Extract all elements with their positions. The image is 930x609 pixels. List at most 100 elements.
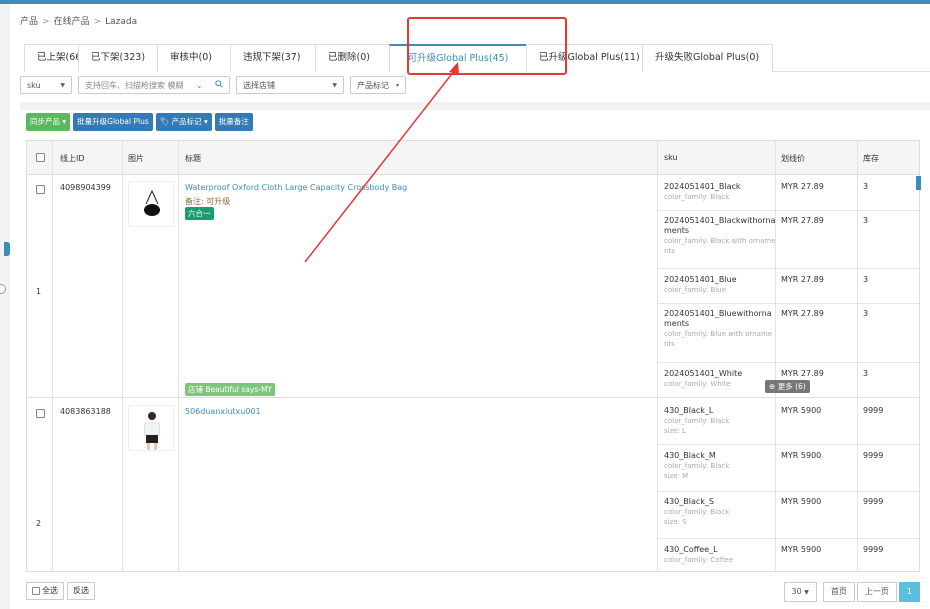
sku-type-select[interactable]: sku ▼ bbox=[20, 76, 72, 94]
sync-products-button[interactable]: 同步产品 ▾ bbox=[26, 113, 71, 131]
breadcrumb: 产品 > 在线产品 > Lazada bbox=[20, 14, 137, 27]
sku-price: MYR 5900 bbox=[781, 497, 822, 506]
sku-attribute: color_family: Coffee bbox=[664, 556, 734, 564]
row-checkbox[interactable] bbox=[36, 409, 45, 418]
sku-divider bbox=[657, 362, 919, 363]
sku-code: 2024051401_White bbox=[664, 369, 743, 378]
sku-price: MYR 27.89 bbox=[781, 369, 824, 378]
breadcrumb-separator: > bbox=[93, 17, 102, 27]
row-divider bbox=[27, 397, 919, 398]
sku-cell: 2024051401_Bluewithornaments color_family… bbox=[664, 309, 776, 349]
select-all-checkbox-header[interactable] bbox=[36, 153, 45, 162]
prev-page-button[interactable]: 上一页 bbox=[856, 582, 897, 602]
search-icon[interactable] bbox=[215, 80, 223, 90]
chevron-down-icon: ▾ bbox=[395, 81, 399, 89]
sku-price: MYR 27.89 bbox=[781, 309, 824, 318]
product-image-bag[interactable] bbox=[128, 181, 174, 227]
sku-attribute: color_family: Black bbox=[664, 462, 730, 470]
tab-upgrade-failed-global-plus[interactable]: 升级失败Global Plus(0) bbox=[642, 44, 773, 72]
tab-deleted[interactable]: 已删除(0) bbox=[315, 44, 390, 72]
select-all-label: 全选 bbox=[42, 586, 58, 595]
tab-reviewing[interactable]: 审核中(0) bbox=[157, 44, 231, 72]
breadcrumb-item: Lazada bbox=[105, 17, 138, 27]
tab-violation[interactable]: 违规下架(37) bbox=[230, 44, 316, 72]
divider bbox=[20, 102, 930, 110]
row-index: 1 bbox=[36, 287, 42, 296]
page-number-current[interactable]: 1 bbox=[898, 582, 920, 602]
sku-price: MYR 27.89 bbox=[781, 182, 824, 191]
store-label-badge: 店铺 Beautiful says-MY bbox=[185, 383, 275, 396]
product-id: 4083863188 bbox=[60, 407, 111, 416]
invert-selection-button[interactable]: 反选 bbox=[67, 582, 95, 600]
product-tag-select[interactable]: 产品标记 ▾ bbox=[350, 76, 406, 94]
store-select-value: 选择店铺 bbox=[243, 80, 275, 90]
select-all-checkbox[interactable] bbox=[32, 587, 40, 595]
column-header-price: 划线价 bbox=[781, 154, 805, 163]
sku-stock: 9999 bbox=[863, 451, 884, 460]
column-resize-handle[interactable] bbox=[916, 176, 921, 190]
tab-delisted[interactable]: 已下架(323) bbox=[78, 44, 158, 72]
chevron-down-icon: ▼ bbox=[332, 81, 337, 89]
column-header-id[interactable]: 线上ID bbox=[60, 153, 85, 164]
sku-cell: 430_Black_S color_family: Black size: S bbox=[664, 497, 776, 527]
bulk-upgrade-button[interactable]: 批量升级Global Plus bbox=[73, 113, 153, 131]
sku-stock: 9999 bbox=[863, 545, 884, 554]
sku-divider bbox=[657, 444, 919, 445]
sku-cell: 430_Black_L color_family: Black size: L bbox=[664, 406, 776, 436]
breadcrumb-item[interactable]: 在线产品 bbox=[54, 17, 90, 27]
breadcrumb-item[interactable]: 产品 bbox=[20, 17, 38, 27]
pagination: 30 ▼ 首页 上一页 1 bbox=[783, 582, 920, 602]
sku-stock: 3 bbox=[863, 275, 869, 284]
column-header-sku: sku bbox=[664, 153, 678, 162]
sku-price: MYR 27.89 bbox=[781, 275, 824, 284]
column-header-title: 标题 bbox=[185, 154, 201, 163]
tab-listed[interactable]: 已上架(66) bbox=[24, 44, 85, 72]
sku-code: 2024051401_Black bbox=[664, 182, 741, 191]
row-index: 2 bbox=[36, 519, 42, 528]
product-tag-badge: 六合一 bbox=[185, 207, 214, 220]
sku-attribute: color_family: White bbox=[664, 380, 731, 388]
sync-products-label: 同步产品 bbox=[30, 117, 60, 126]
sku-code: 2024051401_Blackwithornaments bbox=[664, 216, 776, 235]
sku-type-value: sku bbox=[27, 80, 41, 90]
sku-attribute: color_family: Black bbox=[664, 417, 730, 425]
sku-code: 2024051401_Bluewithornaments bbox=[664, 309, 772, 328]
product-id: 4098904399 bbox=[60, 183, 111, 192]
product-title-link[interactable]: Waterproof Oxford Cloth Large Capacity C… bbox=[185, 183, 407, 192]
store-select[interactable]: 选择店铺 ▼ bbox=[236, 76, 344, 94]
sku-price: MYR 5900 bbox=[781, 545, 822, 554]
sku-stock: 3 bbox=[863, 369, 869, 378]
row-checkbox[interactable] bbox=[36, 185, 45, 194]
table-footer: 全选 反选 30 ▼ 首页 上一页 1 bbox=[26, 578, 920, 604]
show-more-button[interactable]: ⊕ 更多 (6) bbox=[765, 380, 810, 393]
page-size-select[interactable]: 30 ▼ bbox=[783, 582, 817, 602]
sku-stock: 9999 bbox=[863, 406, 884, 415]
column-divider bbox=[122, 141, 123, 571]
bulk-note-button[interactable]: 批量备注 bbox=[214, 113, 253, 131]
left-scroll-handle[interactable] bbox=[0, 284, 6, 294]
chevron-down-icon: ▼ bbox=[60, 81, 65, 89]
search-input[interactable]: 支持回车、扫描枪搜索 模糊 ⌄ bbox=[78, 76, 230, 94]
store-label: 店铺 bbox=[188, 385, 203, 394]
sku-attribute: color_family: Black bbox=[664, 193, 730, 201]
sku-divider bbox=[657, 491, 919, 492]
search-mode-chevron-icon[interactable]: ⌄ bbox=[196, 81, 203, 90]
sku-attribute: size: L bbox=[664, 427, 687, 435]
sku-attribute: color_family: Blue bbox=[664, 286, 726, 294]
select-all-button[interactable]: 全选 bbox=[26, 582, 64, 600]
table-header: 线上ID 图片 标题 sku 划线价 库存 bbox=[27, 141, 919, 175]
product-tag-button[interactable]: 🏷 产品标记 ▾ bbox=[155, 113, 212, 131]
column-divider bbox=[857, 141, 858, 571]
first-page-button[interactable]: 首页 bbox=[822, 582, 855, 602]
product-title-link[interactable]: 506duanxiutxu001 bbox=[185, 407, 261, 416]
sku-divider bbox=[657, 538, 919, 539]
product-image-shirt[interactable] bbox=[128, 405, 174, 451]
sku-stock: 3 bbox=[863, 309, 869, 318]
sku-stock: 9999 bbox=[863, 497, 884, 506]
sku-cell: 430_Black_M color_family: Black size: M bbox=[664, 451, 776, 481]
show-more-label: 更多 (6) bbox=[777, 382, 806, 391]
store-name: Beautiful says-MY bbox=[205, 385, 272, 394]
column-divider bbox=[657, 141, 658, 571]
product-table: 线上ID 图片 标题 sku 划线价 库存 4098904399 1 Water… bbox=[26, 140, 920, 572]
sku-attribute: color_family: Black with ornaments bbox=[664, 237, 776, 255]
